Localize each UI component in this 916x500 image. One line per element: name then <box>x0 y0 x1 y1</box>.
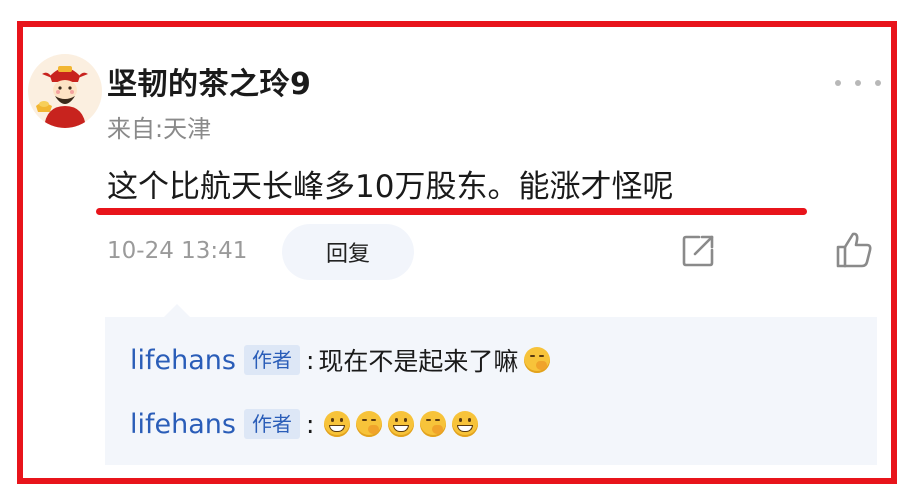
dot <box>855 80 861 86</box>
reply-text: 现在不是起来了嘛 <box>318 347 519 376</box>
reply-item[interactable]: lifehans 作者 : 现在不是起来了嘛 <box>130 340 551 380</box>
reply-list: lifehans 作者 : 现在不是起来了嘛 lifehans 作者 : <box>105 317 877 465</box>
share-icon[interactable] <box>679 232 717 270</box>
author-badge: 作者 <box>243 345 300 375</box>
thumbs-up-icon[interactable] <box>834 230 874 270</box>
grin-emoji-icon <box>324 411 351 437</box>
author-badge: 作者 <box>243 409 300 439</box>
reply-item[interactable]: lifehans 作者 : <box>130 404 479 444</box>
reply-colon: : <box>305 345 315 375</box>
dot <box>835 80 841 86</box>
giggle-emoji-icon <box>524 347 551 373</box>
reply-colon: : <box>305 409 315 439</box>
reply-bubble-tail <box>164 304 190 317</box>
fortune-god-avatar-icon <box>28 54 102 128</box>
reply-button[interactable]: 回复 <box>282 224 414 280</box>
grin-emoji-icon <box>452 411 479 437</box>
giggle-emoji-icon <box>420 411 447 437</box>
comment-location: 来自:天津 <box>107 115 212 143</box>
highlight-frame: 坚韧的茶之玲9 来自:天津 这个比航天长峰多10万股东。能涨才怪呢 10-24 … <box>17 21 897 484</box>
highlight-underline <box>96 208 807 215</box>
reply-username[interactable]: lifehans <box>130 345 236 376</box>
dot <box>875 80 881 86</box>
comment-username[interactable]: 坚韧的茶之玲9 <box>107 59 311 103</box>
reply-username[interactable]: lifehans <box>130 409 236 440</box>
giggle-emoji-icon <box>356 411 383 437</box>
user-avatar[interactable] <box>28 54 102 128</box>
more-dots-icon[interactable] <box>835 77 881 89</box>
comment-timestamp: 10-24 13:41 <box>107 238 248 264</box>
emoji-group <box>318 411 479 437</box>
grin-emoji-icon <box>388 411 415 437</box>
emoji-group <box>518 347 551 373</box>
comment-text: 这个比航天长峰多10万股东。能涨才怪呢 <box>107 169 674 205</box>
